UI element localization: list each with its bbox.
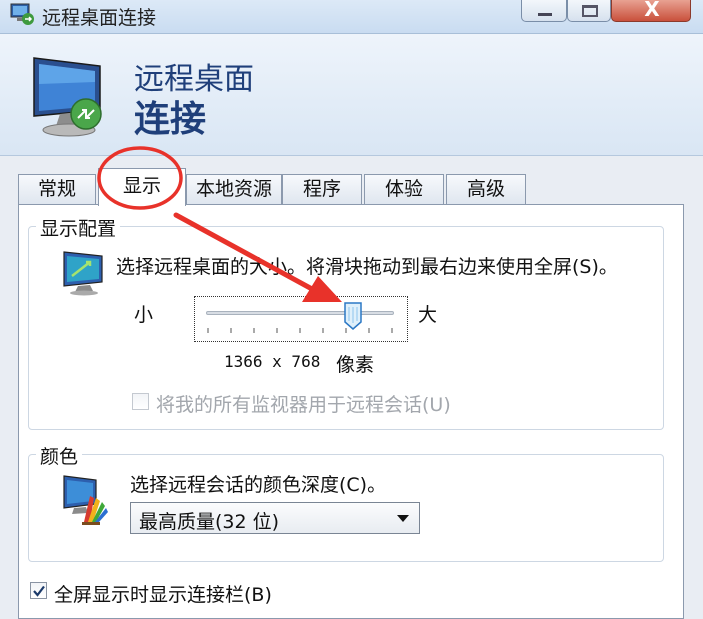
display-size-description: 选择远程桌面的大小。将滑块拖动到最右边来使用全屏(S)。	[116, 256, 618, 278]
slider-large-label: 大	[418, 304, 438, 326]
remote-desktop-app-icon	[10, 3, 34, 25]
tab-general[interactable]: 常规	[18, 174, 96, 204]
tab-local-resources[interactable]: 本地资源	[186, 174, 282, 204]
slider-thumb[interactable]	[343, 302, 362, 330]
header-banner: 远程桌面 连接	[0, 34, 703, 156]
tab-advanced[interactable]: 高级	[446, 174, 526, 204]
connection-bar-label: 全屏显示时显示连接栏(B)	[54, 584, 272, 606]
connection-bar-checkbox[interactable]	[30, 582, 47, 599]
maximize-button[interactable]	[567, 0, 611, 22]
banner-title-line2: 连接	[134, 99, 207, 140]
close-button[interactable]: X	[611, 0, 691, 22]
title-bar[interactable]: 远程桌面连接 X	[0, 0, 703, 34]
color-depth-icon	[63, 475, 108, 525]
colors-legend: 颜色	[36, 442, 83, 469]
window-title: 远程桌面连接	[42, 7, 157, 29]
color-depth-dropdown[interactable]: 最高质量(32 位)	[130, 502, 420, 534]
chevron-down-icon	[397, 515, 409, 522]
use-all-monitors-label: 将我的所有监视器用于远程会话(U)	[156, 394, 451, 416]
slider-small-label: 小	[134, 304, 154, 326]
tab-experience[interactable]: 体验	[364, 174, 444, 204]
tab-display[interactable]: 显示	[98, 168, 186, 206]
resolution-unit: 像素	[336, 354, 375, 376]
tab-programs[interactable]: 程序	[282, 174, 362, 204]
close-icon: X	[644, 0, 660, 21]
display-size-slider[interactable]	[194, 296, 408, 342]
maximize-icon	[582, 5, 598, 17]
color-depth-description: 选择远程会话的颜色深度(C)。	[130, 474, 387, 496]
slider-track[interactable]	[206, 311, 394, 315]
resolution-value: 1366 x 768	[224, 352, 321, 371]
checkmark-icon	[33, 585, 45, 597]
display-config-legend: 显示配置	[36, 214, 121, 241]
remote-desktop-monitor-icon	[33, 57, 102, 137]
remote-desktop-window: 远程桌面连接 X 远程桌面 连接 常规 显示 本地资源 程序 体验 高级 显示配…	[0, 0, 703, 619]
minimize-button[interactable]	[521, 0, 567, 22]
display-monitor-icon	[63, 251, 103, 296]
color-depth-selected: 最高质量(32 位)	[139, 511, 280, 533]
minimize-icon	[538, 13, 552, 16]
slider-ticks	[207, 328, 393, 333]
use-all-monitors-checkbox[interactable]	[132, 393, 149, 410]
